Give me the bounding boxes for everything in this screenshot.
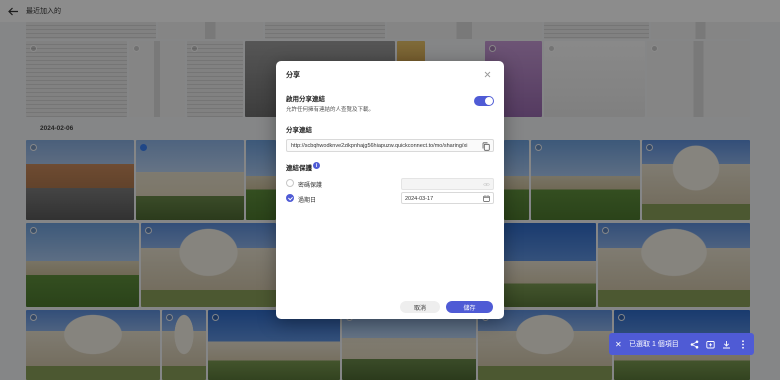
password-protection-label: 密碼保護 xyxy=(298,183,323,189)
password-field[interactable] xyxy=(401,178,494,190)
eye-icon[interactable] xyxy=(483,181,490,188)
expiry-date-field[interactable] xyxy=(401,192,494,204)
password-input[interactable] xyxy=(405,181,483,188)
share-link-label: 分享連結 xyxy=(286,127,312,134)
calendar-icon[interactable] xyxy=(483,195,490,202)
enable-share-link-toggle[interactable] xyxy=(474,96,494,106)
share-link-url[interactable]: http://scbqhwodknve2zikpnhajg56hiapuzw.q… xyxy=(291,143,475,149)
selection-toolbar: ✕ 已選取 1 個項目 xyxy=(609,333,754,355)
enable-share-link-description: 允許任何擁有連結的人查覽及下載。 xyxy=(286,107,375,113)
copy-icon[interactable] xyxy=(480,141,491,151)
info-icon[interactable]: i xyxy=(313,162,320,169)
save-button[interactable]: 儲存 xyxy=(446,301,493,313)
cancel-button[interactable]: 取消 xyxy=(400,301,440,313)
expiry-date-checkbox[interactable] xyxy=(286,194,294,202)
close-icon[interactable] xyxy=(482,69,492,79)
share-dialog: 分享 啟用分享連結 允許任何擁有連結的人查覽及下載。 分享連結 http://s… xyxy=(276,61,504,319)
enable-share-link-label: 啟用分享連結 xyxy=(286,96,325,103)
password-protection-checkbox[interactable] xyxy=(286,179,294,187)
selection-count: 已選取 1 個項目 xyxy=(629,341,679,348)
add-to-album-icon[interactable] xyxy=(705,339,716,350)
share-link-field[interactable]: http://scbqhwodknve2zikpnhajg56hiapuzw.q… xyxy=(286,139,494,152)
expiry-date-input[interactable] xyxy=(405,195,483,202)
link-protection-label: 連結保護 xyxy=(286,165,312,172)
clear-selection-button[interactable]: ✕ xyxy=(615,340,625,349)
expiry-date-label: 過期日 xyxy=(298,198,317,204)
download-icon[interactable] xyxy=(721,339,732,350)
dialog-title: 分享 xyxy=(286,72,300,79)
more-options-icon[interactable] xyxy=(737,339,748,350)
share-icon[interactable] xyxy=(689,339,700,350)
toggle-knob xyxy=(485,97,493,105)
